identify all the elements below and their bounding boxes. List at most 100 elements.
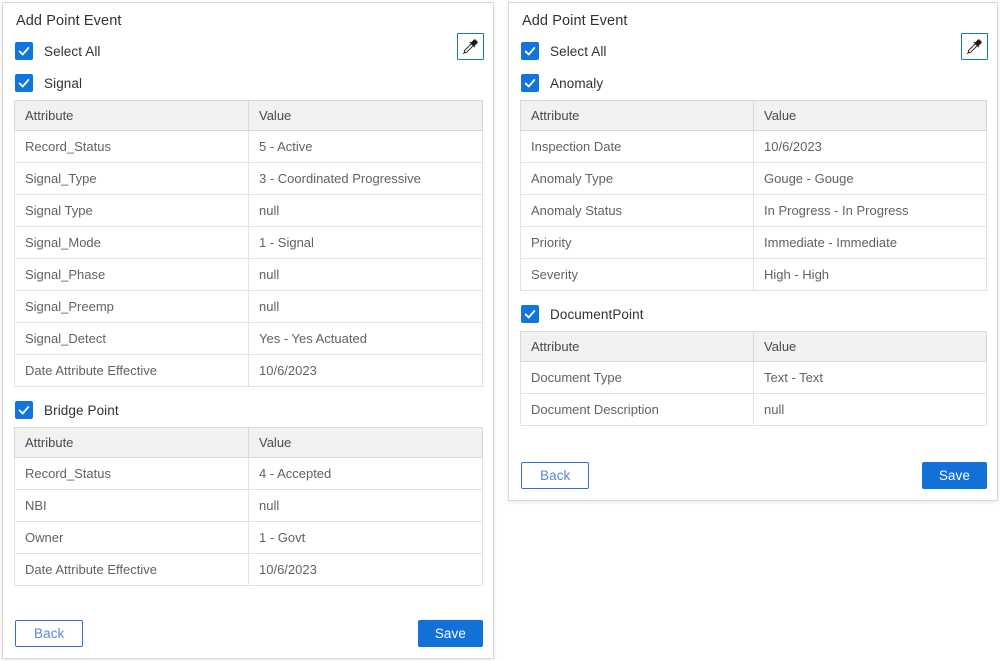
checkmark-icon bbox=[17, 76, 31, 90]
value-cell: 10/6/2023 bbox=[249, 554, 483, 586]
section-bridge-point-label: Bridge Point bbox=[44, 403, 119, 418]
select-all-checkbox[interactable] bbox=[521, 42, 539, 60]
value-cell: Text - Text bbox=[754, 362, 987, 394]
column-header-attribute: Attribute bbox=[15, 428, 249, 458]
back-button[interactable]: Back bbox=[15, 620, 83, 647]
attribute-cell: NBI bbox=[15, 490, 249, 522]
table-row: Date Attribute Effective10/6/2023 bbox=[15, 554, 483, 586]
attribute-table-signal: AttributeValueRecord_Status5 - ActiveSig… bbox=[14, 100, 483, 387]
select-all-label: Select All bbox=[44, 44, 101, 59]
select-all-row: Select All bbox=[15, 42, 493, 60]
value-cell: null bbox=[249, 490, 483, 522]
value-cell: Immediate - Immediate bbox=[754, 227, 987, 259]
section-documentpoint-checkbox[interactable] bbox=[521, 305, 539, 323]
back-button[interactable]: Back bbox=[521, 462, 589, 489]
table-row: Document TypeText - Text bbox=[521, 362, 987, 394]
value-cell: 3 - Coordinated Progressive bbox=[249, 163, 483, 195]
section-anomaly-checkbox[interactable] bbox=[521, 74, 539, 92]
save-button[interactable]: Save bbox=[922, 462, 987, 489]
attribute-cell: Anomaly Type bbox=[521, 163, 754, 195]
table-row: PriorityImmediate - Immediate bbox=[521, 227, 987, 259]
attribute-table-documentpoint: AttributeValueDocument TypeText - TextDo… bbox=[520, 331, 987, 426]
table-row: Owner1 - Govt bbox=[15, 522, 483, 554]
attribute-table-anomaly: AttributeValueInspection Date10/6/2023An… bbox=[520, 100, 987, 291]
attribute-cell: Signal_Preemp bbox=[15, 291, 249, 323]
save-button[interactable]: Save bbox=[418, 620, 483, 647]
table-header-row: AttributeValue bbox=[521, 101, 987, 131]
checkmark-icon bbox=[523, 307, 537, 321]
table-row: SeverityHigh - High bbox=[521, 259, 987, 291]
value-cell: 4 - Accepted bbox=[249, 458, 483, 490]
checkmark-icon bbox=[17, 403, 31, 417]
column-header-value: Value bbox=[754, 332, 987, 362]
add-point-event-panel: Add Point Event Select All Signal Attribute… bbox=[2, 2, 494, 659]
table-row: Signal_Mode1 - Signal bbox=[15, 227, 483, 259]
value-cell: 1 - Signal bbox=[249, 227, 483, 259]
section-bridge-point-checkbox[interactable] bbox=[15, 401, 33, 419]
table-row: Anomaly StatusIn Progress - In Progress bbox=[521, 195, 987, 227]
section-row-anomaly: Anomaly bbox=[521, 74, 997, 92]
select-all-checkbox[interactable] bbox=[15, 42, 33, 60]
column-header-value: Value bbox=[754, 101, 987, 131]
value-cell: null bbox=[249, 195, 483, 227]
panel-title: Add Point Event bbox=[522, 13, 997, 29]
table-header-row: AttributeValue bbox=[521, 332, 987, 362]
attribute-cell: Date Attribute Effective bbox=[15, 355, 249, 387]
value-cell: 5 - Active bbox=[249, 131, 483, 163]
value-cell: High - High bbox=[754, 259, 987, 291]
add-point-event-panel: Add Point Event Select All Anomaly Attribut… bbox=[508, 2, 998, 501]
column-header-attribute: Attribute bbox=[15, 101, 249, 131]
value-cell: 10/6/2023 bbox=[754, 131, 987, 163]
select-all-row: Select All bbox=[521, 42, 997, 60]
table-row: Signal_Type3 - Coordinated Progressive bbox=[15, 163, 483, 195]
section-signal-checkbox[interactable] bbox=[15, 74, 33, 92]
value-cell: null bbox=[249, 291, 483, 323]
attribute-cell: Record_Status bbox=[15, 131, 249, 163]
table-row: Signal Typenull bbox=[15, 195, 483, 227]
value-cell: Yes - Yes Actuated bbox=[249, 323, 483, 355]
table-row: Signal_DetectYes - Yes Actuated bbox=[15, 323, 483, 355]
eyedropper-button[interactable] bbox=[457, 33, 484, 60]
select-all-label: Select All bbox=[550, 44, 607, 59]
attribute-cell: Document Description bbox=[521, 394, 754, 426]
column-header-attribute: Attribute bbox=[521, 332, 754, 362]
value-cell: null bbox=[249, 259, 483, 291]
eyedropper-icon bbox=[967, 39, 982, 54]
checkmark-icon bbox=[17, 44, 31, 58]
attribute-table-bridge-point: AttributeValueRecord_Status4 - AcceptedN… bbox=[14, 427, 483, 586]
panel-title: Add Point Event bbox=[16, 13, 493, 29]
attribute-cell: Priority bbox=[521, 227, 754, 259]
value-cell: null bbox=[754, 394, 987, 426]
app-root: Add Point Event Select All Signal Attribute… bbox=[0, 0, 1000, 661]
column-header-attribute: Attribute bbox=[521, 101, 754, 131]
attribute-cell: Anomaly Status bbox=[521, 195, 754, 227]
column-header-value: Value bbox=[249, 428, 483, 458]
section-row-bridge-point: Bridge Point bbox=[15, 401, 493, 419]
section-documentpoint-label: DocumentPoint bbox=[550, 307, 644, 322]
attribute-cell: Signal_Type bbox=[15, 163, 249, 195]
value-cell: In Progress - In Progress bbox=[754, 195, 987, 227]
table-row: Anomaly TypeGouge - Gouge bbox=[521, 163, 987, 195]
column-header-value: Value bbox=[249, 101, 483, 131]
panel-footer: Back Save bbox=[509, 462, 997, 489]
table-row: NBInull bbox=[15, 490, 483, 522]
value-cell: 1 - Govt bbox=[249, 522, 483, 554]
table-row: Document Descriptionnull bbox=[521, 394, 987, 426]
section-signal-label: Signal bbox=[44, 76, 82, 91]
table-row: Record_Status4 - Accepted bbox=[15, 458, 483, 490]
attribute-cell: Document Type bbox=[521, 362, 754, 394]
section-row-signal: Signal bbox=[15, 74, 493, 92]
attribute-cell: Record_Status bbox=[15, 458, 249, 490]
attribute-cell: Owner bbox=[15, 522, 249, 554]
checkmark-icon bbox=[523, 44, 537, 58]
eyedropper-icon bbox=[463, 39, 478, 54]
attribute-cell: Severity bbox=[521, 259, 754, 291]
eyedropper-button[interactable] bbox=[961, 33, 988, 60]
table-row: Record_Status5 - Active bbox=[15, 131, 483, 163]
table-row: Signal_Preempnull bbox=[15, 291, 483, 323]
checkmark-icon bbox=[523, 76, 537, 90]
section-row-documentpoint: DocumentPoint bbox=[521, 305, 997, 323]
attribute-cell: Signal Type bbox=[15, 195, 249, 227]
attribute-cell: Date Attribute Effective bbox=[15, 554, 249, 586]
attribute-cell: Signal_Detect bbox=[15, 323, 249, 355]
